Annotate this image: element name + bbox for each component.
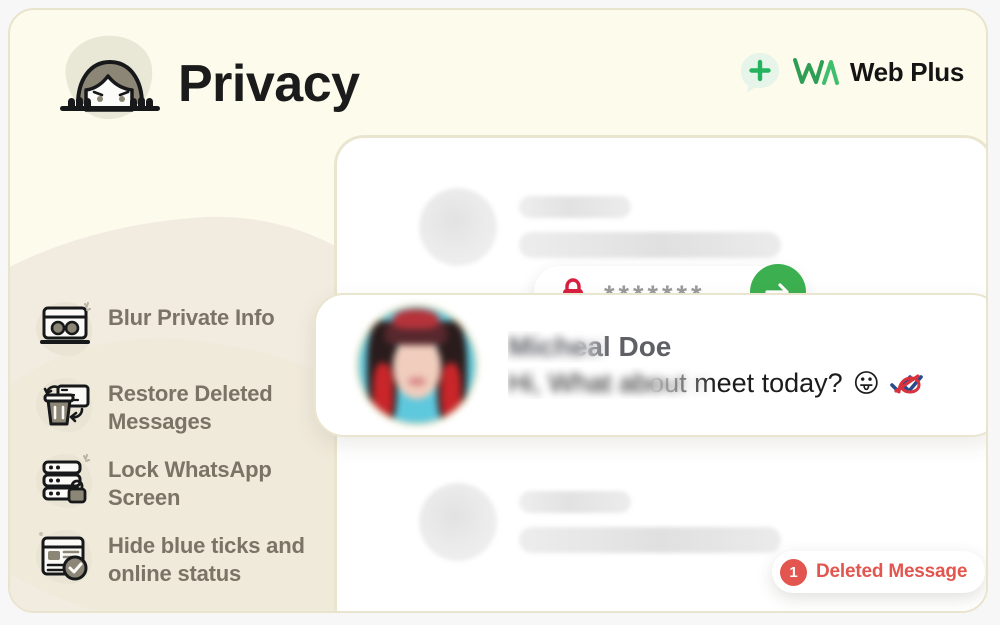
feature-list: Blur Private Info Restore Deleted Messag…: [32, 298, 322, 602]
plus-bubble-icon: [738, 50, 782, 94]
skeleton-lines: [519, 491, 781, 553]
feature-label: Lock WhatsApp Screen: [108, 457, 272, 510]
skeleton-line: [519, 232, 781, 258]
contact-name-blur: Micheal Doe: [508, 330, 672, 362]
chat-skeleton-row: [419, 188, 781, 266]
tongue-out-emoji-icon: 😛: [852, 368, 880, 399]
skeleton-line: [519, 196, 631, 218]
feature-label: Restore Deleted Messages: [108, 381, 273, 434]
privacy-feature-card: Privacy Web Plus Micheal Doe Micheal Doe…: [8, 8, 988, 613]
message-preview-wrap: Hi, What about meet today? Hi, What abou…: [508, 367, 976, 399]
restore-trash-icon: [32, 374, 96, 436]
screenshot-root: Privacy Web Plus Micheal Doe Micheal Doe…: [0, 0, 1000, 625]
chat-row[interactable]: Micheal Doe Micheal Doe Hi, What about m…: [314, 293, 986, 437]
status-badge: 1 Deleted Message: [772, 551, 986, 593]
skeleton-avatar: [419, 188, 497, 266]
skeleton-line: [519, 527, 781, 553]
feature-item-blur-private-info[interactable]: Blur Private Info: [32, 298, 322, 360]
person-peeking-icon: [46, 34, 174, 130]
server-lock-icon: [32, 450, 96, 512]
header: Privacy Web Plus: [10, 10, 986, 140]
deleted-label: Deleted Message: [816, 561, 968, 582]
blue-ticks-hidden-icon: [889, 371, 924, 395]
wa-mark-icon: [792, 57, 839, 87]
feature-item-restore-deleted-messages[interactable]: Restore Deleted Messages: [32, 374, 322, 436]
page-title: Privacy: [178, 55, 360, 113]
feature-label: Hide blue ticks and online status: [108, 533, 305, 586]
contact-name-wrap: Micheal Doe Micheal Doe: [508, 331, 671, 363]
deleted-count: 1: [780, 558, 807, 586]
feature-label: Blur Private Info: [108, 305, 275, 330]
skeleton-avatar: [419, 483, 497, 561]
brand-logo: Web Plus: [738, 50, 964, 94]
hide-ticks-window-icon: [32, 526, 96, 588]
feature-item-lock-whatsapp-screen[interactable]: Lock WhatsApp Screen: [32, 450, 322, 512]
avatar: [356, 304, 478, 426]
brand-name: Web Plus: [849, 56, 964, 87]
skeleton-lines: [519, 196, 781, 258]
skeleton-line: [519, 491, 631, 513]
chat-text: Micheal Doe Micheal Doe Hi, What about m…: [508, 331, 986, 400]
blur-window-glasses-icon: [32, 298, 96, 360]
chat-skeleton-row: [419, 483, 781, 561]
message-preview-blur: Hi, What about meet today?: [508, 367, 843, 398]
feature-item-hide-blue-ticks[interactable]: Hide blue ticks and online status: [32, 526, 322, 588]
